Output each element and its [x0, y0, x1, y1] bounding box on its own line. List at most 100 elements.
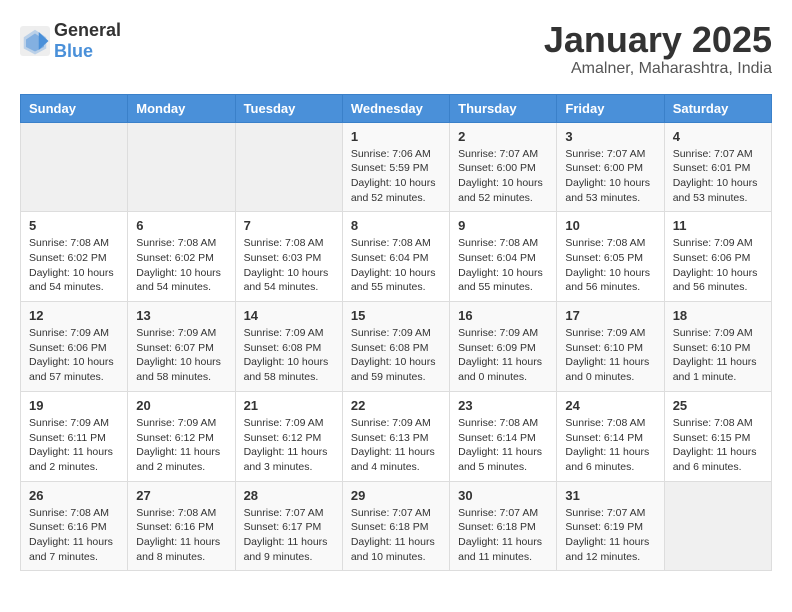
day-number: 16: [458, 308, 548, 323]
calendar-week-row: 12 Sunrise: 7:09 AM Sunset: 6:06 PM Dayli…: [21, 302, 772, 392]
calendar-cell: 2Sunrise: 7:07 AM Sunset: 6:00 PM Daylig…: [450, 122, 557, 212]
day-number: 5: [29, 218, 119, 233]
weekday-header-wednesday: Wednesday: [342, 94, 449, 122]
day-number: 13: [136, 308, 226, 323]
calendar-cell: [664, 481, 771, 571]
calendar-cell: 5 Sunrise: 7:08 AM Sunset: 6:02 PM Daylig…: [21, 212, 128, 302]
weekday-header-sunday: Sunday: [21, 94, 128, 122]
calendar-cell: 22 Sunrise: 7:09 AM Sunset: 6:13 PM Dayli…: [342, 391, 449, 481]
calendar-cell: 25 Sunrise: 7:08 AM Sunset: 6:15 PM Dayli…: [664, 391, 771, 481]
calendar-cell: 29Sunrise: 7:07 AM Sunset: 6:18 PM Dayli…: [342, 481, 449, 571]
calendar-subtitle: Amalner, Maharashtra, India: [544, 60, 772, 78]
calendar-cell: 1 Sunrise: 7:06 AM Sunset: 5:59 PM Daylig…: [342, 122, 449, 212]
calendar-cell: 18 Sunrise: 7:09 AM Sunset: 6:10 PM Dayli…: [664, 302, 771, 392]
day-number: 23: [458, 398, 548, 413]
day-number: 18: [673, 308, 763, 323]
day-info: Sunrise: 7:09 AM Sunset: 6:11 PM Dayligh…: [29, 416, 119, 475]
day-info: Sunrise: 7:07 AM Sunset: 6:19 PM Dayligh…: [565, 506, 655, 565]
calendar-cell: 31 Sunrise: 7:07 AM Sunset: 6:19 PM Dayli…: [557, 481, 664, 571]
weekday-header-row: SundayMondayTuesdayWednesdayThursdayFrid…: [21, 94, 772, 122]
day-info: Sunrise: 7:09 AM Sunset: 6:10 PM Dayligh…: [673, 326, 763, 385]
day-info: Sunrise: 7:07 AM Sunset: 6:18 PM Dayligh…: [458, 506, 548, 565]
day-number: 15: [351, 308, 441, 323]
calendar-cell: 16Sunrise: 7:09 AM Sunset: 6:09 PM Dayli…: [450, 302, 557, 392]
calendar-cell: 12 Sunrise: 7:09 AM Sunset: 6:06 PM Dayli…: [21, 302, 128, 392]
day-info: Sunrise: 7:08 AM Sunset: 6:15 PM Dayligh…: [673, 416, 763, 475]
day-number: 14: [244, 308, 334, 323]
logo-text-general: General: [54, 20, 121, 40]
calendar-cell: 13 Sunrise: 7:09 AM Sunset: 6:07 PM Dayli…: [128, 302, 235, 392]
day-info: Sunrise: 7:09 AM Sunset: 6:08 PM Dayligh…: [351, 326, 441, 385]
calendar-week-row: 5 Sunrise: 7:08 AM Sunset: 6:02 PM Daylig…: [21, 212, 772, 302]
calendar-cell: 20Sunrise: 7:09 AM Sunset: 6:12 PM Dayli…: [128, 391, 235, 481]
day-number: 27: [136, 488, 226, 503]
weekday-header-thursday: Thursday: [450, 94, 557, 122]
calendar-cell: 14 Sunrise: 7:09 AM Sunset: 6:08 PM Dayli…: [235, 302, 342, 392]
weekday-header-friday: Friday: [557, 94, 664, 122]
day-info: Sunrise: 7:09 AM Sunset: 6:07 PM Dayligh…: [136, 326, 226, 385]
calendar-cell: 15 Sunrise: 7:09 AM Sunset: 6:08 PM Dayli…: [342, 302, 449, 392]
calendar-cell: [128, 122, 235, 212]
day-number: 3: [565, 129, 655, 144]
calendar-cell: 7Sunrise: 7:08 AM Sunset: 6:03 PM Daylig…: [235, 212, 342, 302]
calendar-cell: 6 Sunrise: 7:08 AM Sunset: 6:02 PM Daylig…: [128, 212, 235, 302]
calendar-cell: 23 Sunrise: 7:08 AM Sunset: 6:14 PM Dayli…: [450, 391, 557, 481]
day-info: Sunrise: 7:06 AM Sunset: 5:59 PM Dayligh…: [351, 147, 441, 206]
day-info: Sunrise: 7:09 AM Sunset: 6:12 PM Dayligh…: [136, 416, 226, 475]
logo: General Blue: [20, 20, 121, 62]
day-info: Sunrise: 7:07 AM Sunset: 6:17 PM Dayligh…: [244, 506, 334, 565]
day-number: 28: [244, 488, 334, 503]
day-number: 22: [351, 398, 441, 413]
calendar-cell: 17 Sunrise: 7:09 AM Sunset: 6:10 PM Dayli…: [557, 302, 664, 392]
day-info: Sunrise: 7:08 AM Sunset: 6:04 PM Dayligh…: [351, 236, 441, 295]
day-number: 1: [351, 129, 441, 144]
calendar-week-row: 19Sunrise: 7:09 AM Sunset: 6:11 PM Dayli…: [21, 391, 772, 481]
day-number: 6: [136, 218, 226, 233]
day-info: Sunrise: 7:08 AM Sunset: 6:16 PM Dayligh…: [29, 506, 119, 565]
weekday-header-tuesday: Tuesday: [235, 94, 342, 122]
day-number: 7: [244, 218, 334, 233]
weekday-header-saturday: Saturday: [664, 94, 771, 122]
calendar-table: SundayMondayTuesdayWednesdayThursdayFrid…: [20, 94, 772, 572]
calendar-cell: 28 Sunrise: 7:07 AM Sunset: 6:17 PM Dayli…: [235, 481, 342, 571]
calendar-cell: 9Sunrise: 7:08 AM Sunset: 6:04 PM Daylig…: [450, 212, 557, 302]
day-info: Sunrise: 7:09 AM Sunset: 6:13 PM Dayligh…: [351, 416, 441, 475]
day-info: Sunrise: 7:09 AM Sunset: 6:10 PM Dayligh…: [565, 326, 655, 385]
day-info: Sunrise: 7:09 AM Sunset: 6:12 PM Dayligh…: [244, 416, 334, 475]
day-number: 30: [458, 488, 548, 503]
day-info: Sunrise: 7:08 AM Sunset: 6:02 PM Dayligh…: [29, 236, 119, 295]
day-info: Sunrise: 7:08 AM Sunset: 6:02 PM Dayligh…: [136, 236, 226, 295]
calendar-cell: 26 Sunrise: 7:08 AM Sunset: 6:16 PM Dayli…: [21, 481, 128, 571]
calendar-week-row: 26 Sunrise: 7:08 AM Sunset: 6:16 PM Dayli…: [21, 481, 772, 571]
day-number: 26: [29, 488, 119, 503]
day-info: Sunrise: 7:08 AM Sunset: 6:14 PM Dayligh…: [565, 416, 655, 475]
calendar-cell: 3 Sunrise: 7:07 AM Sunset: 6:00 PM Daylig…: [557, 122, 664, 212]
day-info: Sunrise: 7:08 AM Sunset: 6:14 PM Dayligh…: [458, 416, 548, 475]
day-number: 24: [565, 398, 655, 413]
day-info: Sunrise: 7:08 AM Sunset: 6:04 PM Dayligh…: [458, 236, 548, 295]
day-info: Sunrise: 7:07 AM Sunset: 6:00 PM Dayligh…: [565, 147, 655, 206]
day-info: Sunrise: 7:09 AM Sunset: 6:08 PM Dayligh…: [244, 326, 334, 385]
day-info: Sunrise: 7:07 AM Sunset: 6:00 PM Dayligh…: [458, 147, 548, 206]
day-info: Sunrise: 7:08 AM Sunset: 6:05 PM Dayligh…: [565, 236, 655, 295]
calendar-title: January 2025: [544, 20, 772, 60]
day-number: 31: [565, 488, 655, 503]
calendar-cell: [235, 122, 342, 212]
day-number: 25: [673, 398, 763, 413]
calendar-cell: 24 Sunrise: 7:08 AM Sunset: 6:14 PM Dayli…: [557, 391, 664, 481]
day-info: Sunrise: 7:09 AM Sunset: 6:06 PM Dayligh…: [29, 326, 119, 385]
calendar-cell: 10Sunrise: 7:08 AM Sunset: 6:05 PM Dayli…: [557, 212, 664, 302]
calendar-cell: [21, 122, 128, 212]
calendar-cell: 11Sunrise: 7:09 AM Sunset: 6:06 PM Dayli…: [664, 212, 771, 302]
calendar-cell: 8Sunrise: 7:08 AM Sunset: 6:04 PM Daylig…: [342, 212, 449, 302]
day-info: Sunrise: 7:08 AM Sunset: 6:16 PM Dayligh…: [136, 506, 226, 565]
day-number: 21: [244, 398, 334, 413]
day-info: Sunrise: 7:07 AM Sunset: 6:18 PM Dayligh…: [351, 506, 441, 565]
day-number: 11: [673, 218, 763, 233]
logo-text-blue: Blue: [54, 41, 93, 61]
day-number: 12: [29, 308, 119, 323]
day-number: 17: [565, 308, 655, 323]
title-block: January 2025 Amalner, Maharashtra, India: [544, 20, 772, 78]
calendar-cell: 4Sunrise: 7:07 AM Sunset: 6:01 PM Daylig…: [664, 122, 771, 212]
weekday-header-monday: Monday: [128, 94, 235, 122]
